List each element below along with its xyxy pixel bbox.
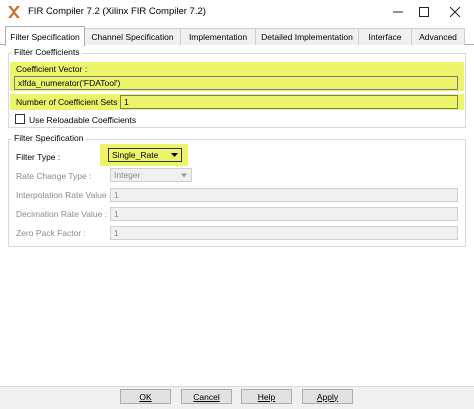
decimation-rate-label: Decimation Rate Value : xyxy=(16,209,108,219)
num-coefficient-sets-label: Number of Coefficient Sets : xyxy=(16,97,123,107)
window-title: FIR Compiler 7.2 (Xilinx FIR Compiler 7.… xyxy=(28,6,206,17)
decimation-rate-input[interactable]: 1 xyxy=(110,207,458,221)
zero-pack-factor-input[interactable]: 1 xyxy=(110,226,458,240)
help-button[interactable]: Help xyxy=(241,389,292,404)
zero-pack-factor-label: Zero Pack Factor : xyxy=(16,228,86,238)
tab-detailed-implementation[interactable]: Detailed Implementation xyxy=(255,28,359,45)
close-button[interactable] xyxy=(440,0,470,24)
tab-interface[interactable]: Interface xyxy=(358,28,412,45)
tab-advanced[interactable]: Advanced xyxy=(411,28,465,45)
xilinx-logo-icon xyxy=(8,6,20,18)
interpolation-rate-input[interactable]: 1 xyxy=(110,188,458,202)
tab-filter-specification[interactable]: Filter Specification xyxy=(5,26,85,46)
chevron-down-icon xyxy=(181,173,187,178)
use-reloadable-checkbox[interactable] xyxy=(15,114,25,124)
close-icon xyxy=(450,7,460,17)
num-coefficient-sets-input[interactable]: 1 xyxy=(120,95,458,109)
coefficient-vector-label: Coefficient Vector : xyxy=(16,64,88,74)
ok-button[interactable]: OK xyxy=(120,389,171,404)
maximize-icon xyxy=(419,7,429,17)
tab-channel-specification[interactable]: Channel Specification xyxy=(84,28,181,45)
chevron-down-icon xyxy=(171,153,178,157)
filter-type-select[interactable]: Single_Rate xyxy=(108,148,182,162)
maximize-button[interactable] xyxy=(409,0,439,24)
tab-implementation[interactable]: Implementation xyxy=(180,28,256,45)
rate-change-type-value: Integer xyxy=(114,170,141,180)
title-bar: FIR Compiler 7.2 (Xilinx FIR Compiler 7.… xyxy=(0,0,474,24)
coefficient-vector-input[interactable]: xlfda_numerator('FDATool') xyxy=(14,76,458,90)
filter-coefficients-group-label: Filter Coefficients xyxy=(12,47,82,57)
filter-type-label: Filter Type : xyxy=(16,152,61,162)
rate-change-type-label: Rate Change Type : xyxy=(16,171,92,181)
help-button-label: Help xyxy=(257,391,276,402)
filter-specification-group-label: Filter Specification xyxy=(12,133,86,143)
ok-button-label: OK xyxy=(139,391,152,402)
apply-button-label: Apply xyxy=(316,391,339,402)
button-bar xyxy=(0,386,474,409)
minimize-icon xyxy=(393,11,403,13)
interpolation-rate-label: Interpolation Rate Value : xyxy=(16,190,112,200)
cancel-button[interactable]: Cancel xyxy=(181,389,232,404)
filter-type-value: Single_Rate xyxy=(112,150,159,160)
rate-change-type-select[interactable]: Integer xyxy=(110,168,192,182)
cancel-button-label: Cancel xyxy=(193,391,220,402)
use-reloadable-label: Use Reloadable Coefficients xyxy=(29,115,137,125)
apply-button[interactable]: Apply xyxy=(302,389,353,404)
